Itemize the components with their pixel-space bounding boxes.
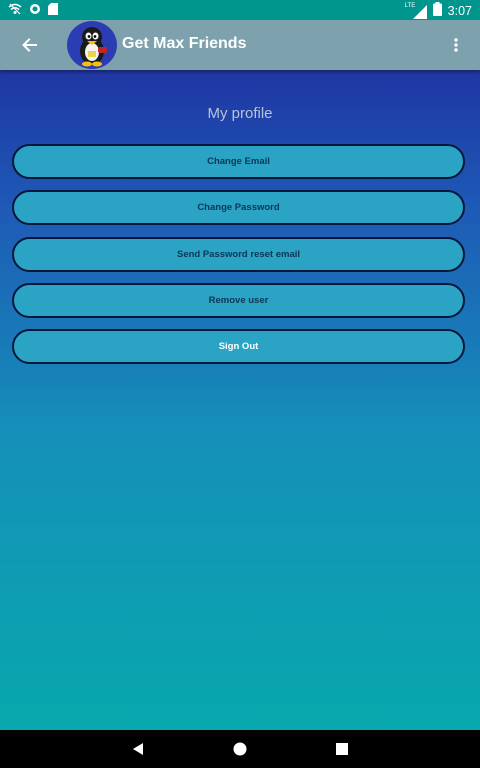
arrow-back-icon: [22, 38, 37, 52]
wifi-off-icon: [8, 3, 22, 18]
signal-icon: LTE: [405, 3, 427, 19]
back-button[interactable]: [14, 31, 44, 59]
status-bar: LTE 3:07: [0, 0, 480, 20]
status-time: 3:07: [447, 3, 472, 18]
back-triangle-icon: [133, 743, 143, 755]
send-password-reset-button[interactable]: Send Password reset email: [12, 237, 465, 272]
sd-card-icon: [48, 3, 58, 18]
nav-recents-button[interactable]: [331, 739, 353, 759]
app-bar: Get Max Friends: [0, 20, 480, 70]
status-right-icons: LTE 3:07: [405, 2, 472, 19]
sync-icon: [29, 3, 41, 18]
home-circle-icon: [233, 742, 247, 756]
profile-content: My profile Change Email Change Password …: [0, 70, 480, 730]
more-vert-icon: [454, 38, 458, 52]
status-left-icons: [8, 3, 58, 18]
overflow-menu-button[interactable]: [448, 34, 464, 56]
system-nav-bar: [0, 730, 480, 768]
avatar[interactable]: [67, 21, 117, 69]
remove-user-button[interactable]: Remove user: [12, 283, 465, 318]
nav-home-button[interactable]: [229, 739, 251, 759]
sign-out-button[interactable]: Sign Out: [12, 329, 465, 364]
battery-icon: [432, 2, 442, 19]
penguin-icon: [80, 27, 107, 67]
app-title: Get Max Friends: [122, 35, 247, 52]
network-label: LTE: [404, 2, 416, 9]
nav-back-button[interactable]: [127, 739, 149, 759]
recents-square-icon: [336, 743, 348, 755]
change-password-button[interactable]: Change Password: [12, 190, 465, 225]
page-title: My profile: [207, 105, 273, 122]
change-email-button[interactable]: Change Email: [12, 144, 465, 179]
